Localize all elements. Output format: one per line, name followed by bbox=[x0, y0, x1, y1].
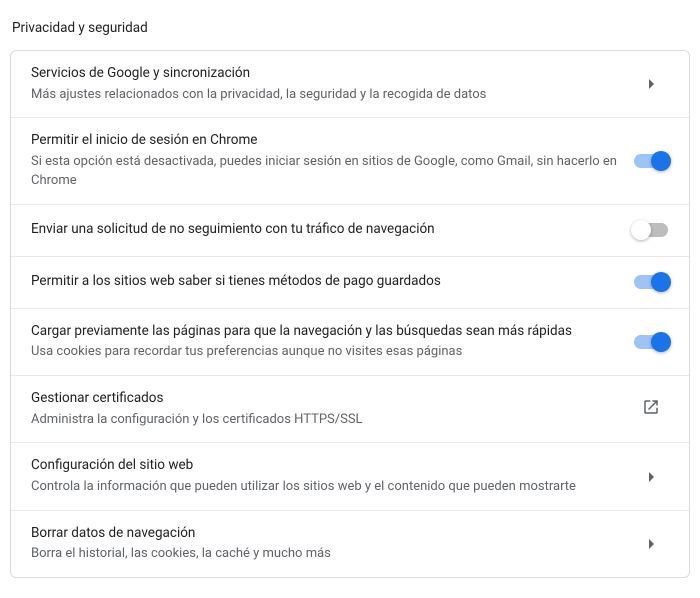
row-title: Gestionar certificados bbox=[31, 389, 617, 409]
external-link-icon bbox=[642, 398, 660, 420]
toggle-switch[interactable] bbox=[634, 154, 668, 168]
chevron-right-icon bbox=[649, 539, 654, 549]
row-toggle bbox=[633, 335, 669, 349]
row-disclosure bbox=[633, 79, 669, 89]
row-subtitle: Si esta opción está desactivada, puedes … bbox=[31, 153, 617, 191]
row-text: Configuración del sitio web Controla la i… bbox=[31, 456, 633, 496]
chevron-right-icon bbox=[649, 79, 654, 89]
row-toggle bbox=[633, 275, 669, 289]
settings-row[interactable]: Servicios de Google y sincronización Más … bbox=[11, 51, 689, 117]
settings-row[interactable]: Configuración del sitio web Controla la i… bbox=[11, 442, 689, 509]
row-text: Gestionar certificados Administra la conf… bbox=[31, 389, 633, 429]
row-subtitle: Administra la configuración y los certif… bbox=[31, 411, 617, 430]
row-title: Configuración del sitio web bbox=[31, 456, 617, 476]
settings-row[interactable]: Permitir a los sitios web saber si tiene… bbox=[11, 256, 689, 308]
row-text: Cargar previamente las páginas para que … bbox=[31, 322, 633, 362]
row-text: Permitir a los sitios web saber si tiene… bbox=[31, 272, 633, 292]
settings-row[interactable]: Borrar datos de navegaciónBorra el histo… bbox=[11, 510, 689, 577]
row-title: Servicios de Google y sincronización bbox=[31, 64, 617, 84]
section-title: Privacidad y seguridad bbox=[10, 16, 690, 50]
row-text: Servicios de Google y sincronización Más … bbox=[31, 64, 633, 104]
toggle-switch[interactable] bbox=[634, 335, 668, 349]
toggle-knob bbox=[651, 151, 671, 171]
row-subtitle: Borra el historial, las cookies, la cach… bbox=[31, 545, 617, 564]
row-text: Enviar una solicitud de no seguimiento c… bbox=[31, 220, 633, 240]
row-text: Borrar datos de navegaciónBorra el histo… bbox=[31, 524, 633, 564]
row-subtitle: Controla la información que pueden utili… bbox=[31, 478, 617, 497]
row-title: Cargar previamente las páginas para que … bbox=[31, 322, 617, 342]
settings-card: Servicios de Google y sincronización Más … bbox=[10, 50, 690, 578]
settings-row[interactable]: Gestionar certificados Administra la conf… bbox=[11, 375, 689, 442]
chevron-right-icon bbox=[649, 472, 654, 482]
toggle-knob bbox=[651, 272, 671, 292]
row-title: Enviar una solicitud de no seguimiento c… bbox=[31, 220, 617, 240]
row-subtitle: Más ajustes relacionados con la privacid… bbox=[31, 86, 617, 105]
row-text: Permitir el inicio de sesión en ChromeSi… bbox=[31, 131, 633, 190]
row-toggle bbox=[633, 154, 669, 168]
toggle-knob bbox=[631, 220, 651, 240]
row-title: Permitir a los sitios web saber si tiene… bbox=[31, 272, 617, 292]
row-subtitle: Usa cookies para recordar tus preferenci… bbox=[31, 343, 617, 362]
row-external bbox=[633, 398, 669, 420]
toggle-switch[interactable] bbox=[634, 223, 668, 237]
toggle-knob bbox=[651, 332, 671, 352]
toggle-switch[interactable] bbox=[634, 275, 668, 289]
row-disclosure bbox=[633, 539, 669, 549]
row-title: Borrar datos de navegación bbox=[31, 524, 617, 544]
row-disclosure bbox=[633, 472, 669, 482]
row-title: Permitir el inicio de sesión en Chrome bbox=[31, 131, 617, 151]
row-toggle bbox=[633, 223, 669, 237]
settings-row[interactable]: Cargar previamente las páginas para que … bbox=[11, 308, 689, 375]
settings-row[interactable]: Permitir el inicio de sesión en ChromeSi… bbox=[11, 117, 689, 203]
settings-row[interactable]: Enviar una solicitud de no seguimiento c… bbox=[11, 204, 689, 256]
